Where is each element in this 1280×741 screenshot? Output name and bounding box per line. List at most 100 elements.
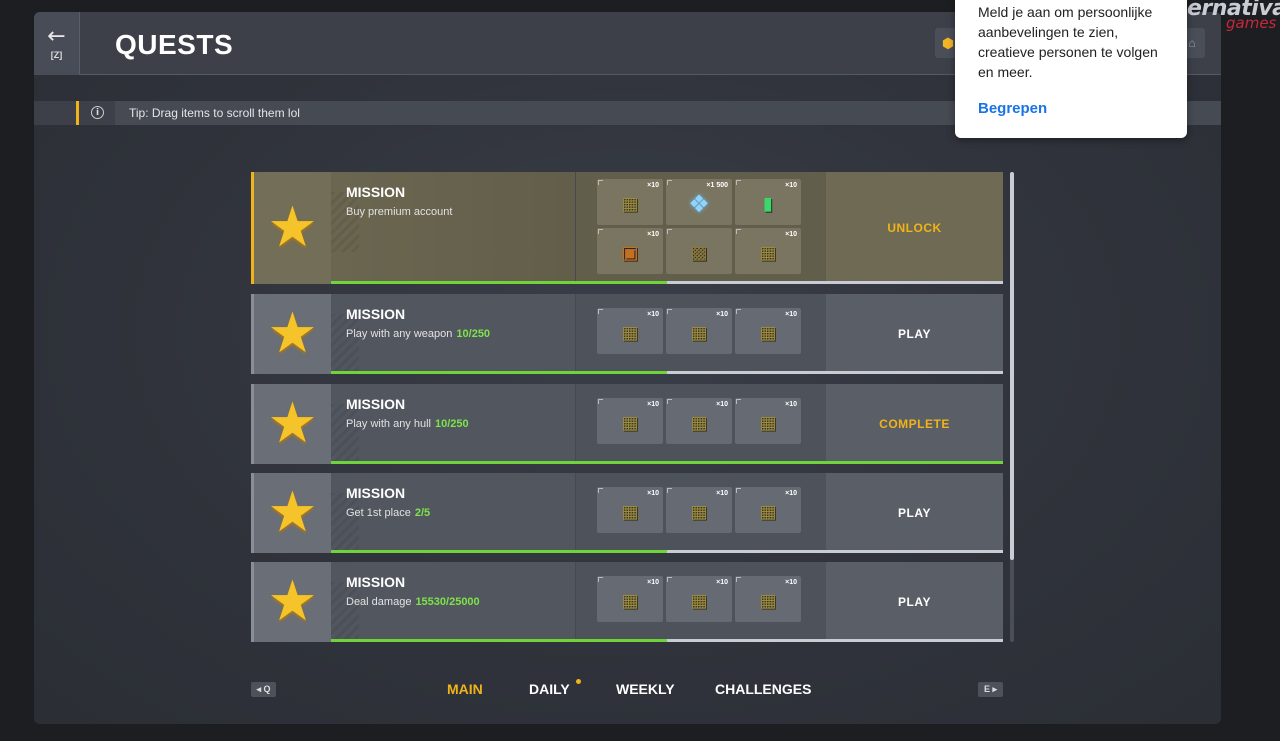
reward-corner bbox=[598, 488, 603, 493]
reward-corner bbox=[736, 399, 741, 404]
reward-quantity: ×10 bbox=[785, 579, 797, 586]
mission-action-button[interactable]: COMPLETE bbox=[826, 384, 1003, 464]
stripe-decoration bbox=[331, 582, 359, 642]
tab-daily[interactable]: DAILY bbox=[529, 679, 581, 697]
reward-quantity: ×10 bbox=[716, 490, 728, 497]
signin-popup: Meld je aan om persoonlijke aanbevelinge… bbox=[955, 0, 1187, 138]
reward-corner bbox=[598, 309, 603, 314]
reward-corner bbox=[667, 488, 672, 493]
reward-item[interactable]: ×10 ▦ bbox=[666, 487, 732, 533]
reward-corner bbox=[736, 309, 741, 314]
prev-tab-key[interactable]: ◂ Q bbox=[251, 682, 276, 697]
reward-item[interactable]: ×10 ▦ bbox=[735, 576, 801, 622]
mission-progress-fill bbox=[331, 281, 667, 284]
reward-item[interactable]: ×10 ▦ bbox=[597, 308, 663, 354]
reward-item[interactable]: ×10 ▦ bbox=[597, 398, 663, 444]
mission-action-button[interactable]: PLAY bbox=[826, 562, 1003, 642]
mission-action-button[interactable]: PLAY bbox=[826, 473, 1003, 553]
reward-item[interactable]: ×10 ▦ bbox=[666, 398, 732, 444]
reward-corner bbox=[598, 399, 603, 404]
reward-corner bbox=[598, 577, 603, 582]
back-button[interactable]: ← [Z] bbox=[34, 12, 80, 75]
reward-item[interactable]: ×10 ▮ bbox=[735, 179, 801, 225]
notification-dot bbox=[576, 679, 581, 684]
box-icon: ▦ bbox=[621, 501, 639, 523]
mission-rewards[interactable]: ×10 ▦ ×10 ▦ ×10 ▦ bbox=[575, 562, 826, 642]
reward-item[interactable]: ×10 ▦ bbox=[735, 487, 801, 533]
info-icon: i bbox=[91, 106, 104, 119]
mission-progress-bar bbox=[331, 281, 1003, 284]
reward-item[interactable]: ×10 ▦ bbox=[666, 308, 732, 354]
crate-icon: ▣ bbox=[621, 242, 639, 264]
scrollbar-thumb[interactable] bbox=[1010, 172, 1014, 560]
reward-item[interactable]: ×10 ▦ bbox=[735, 308, 801, 354]
stripe-decoration bbox=[331, 404, 359, 464]
box-icon: ▦ bbox=[759, 590, 777, 612]
popup-got-it-button[interactable]: Begrepen bbox=[978, 100, 1164, 117]
reward-corner bbox=[736, 577, 741, 582]
star-icon: ★ bbox=[267, 195, 318, 260]
reward-quantity: ×10 bbox=[647, 311, 659, 318]
mission-row: ★ MISSION Play with any weapon 10/250 ×10… bbox=[251, 294, 1003, 374]
mission-progress-bar bbox=[331, 550, 1003, 553]
mission-list[interactable]: ★ MISSION Buy premium account ×10 ▦ ×1 5… bbox=[251, 172, 1007, 642]
mission-row: ★ MISSION Deal damage 15530/25000 ×10 ▦ ×… bbox=[251, 562, 1003, 642]
mission-progress-text: 2/5 bbox=[414, 507, 431, 519]
reward-corner bbox=[667, 399, 672, 404]
mission-progress-fill bbox=[331, 550, 667, 553]
reward-quantity: ×10 bbox=[647, 231, 659, 238]
box-icon: ▦ bbox=[690, 412, 708, 434]
mission-rewards[interactable]: ×10 ▦ ×1 500 ❖ ×10 ▮ ×10 ▣ ▩ ×10 ▦ bbox=[575, 172, 826, 284]
reward-item[interactable]: ▩ bbox=[666, 228, 732, 274]
mission-progress-text: 10/250 bbox=[435, 418, 469, 430]
big-crate-icon: ▩ bbox=[690, 242, 708, 264]
mission-progress-bar bbox=[331, 639, 1003, 642]
reward-quantity: ×10 bbox=[785, 490, 797, 497]
mission-action-button[interactable]: PLAY bbox=[826, 294, 1003, 374]
reward-corner bbox=[736, 488, 741, 493]
reward-corner bbox=[736, 180, 741, 185]
reward-item[interactable]: ×10 ▦ bbox=[597, 487, 663, 533]
stripe-decoration bbox=[331, 493, 359, 553]
mission-star-cell: ★ bbox=[254, 562, 331, 642]
reward-quantity: ×10 bbox=[785, 182, 797, 189]
mission-rewards[interactable]: ×10 ▦ ×10 ▦ ×10 ▦ bbox=[575, 384, 826, 464]
crystals-icon: ❖ bbox=[688, 190, 710, 219]
mission-description-text: Deal damage bbox=[346, 596, 412, 608]
box-icon: ▦ bbox=[690, 590, 708, 612]
mission-row: ★ MISSION Play with any hull 10/250 ×10 ▦… bbox=[251, 384, 1003, 464]
reward-item[interactable]: ×10 ▦ bbox=[597, 179, 663, 225]
back-arrow-icon: ← bbox=[47, 23, 66, 49]
reward-item[interactable]: ×10 ▦ bbox=[735, 398, 801, 444]
box-icon: ▦ bbox=[621, 193, 639, 215]
box-icon: ▦ bbox=[621, 412, 639, 434]
mission-description-text: Get 1st place bbox=[346, 507, 411, 519]
mission-info: MISSION Get 1st place 2/5 bbox=[331, 473, 575, 553]
mission-row: ★ MISSION Get 1st place 2/5 ×10 ▦ ×10 ▦ ×… bbox=[251, 473, 1003, 553]
reward-item[interactable]: ×10 ▦ bbox=[735, 228, 801, 274]
mission-description-text: Buy premium account bbox=[346, 206, 453, 218]
mission-progress-text: 15530/25000 bbox=[415, 596, 480, 608]
mission-description: Buy premium account bbox=[346, 206, 456, 218]
mission-title: MISSION bbox=[346, 485, 406, 501]
box-icon: ▦ bbox=[759, 412, 777, 434]
tip-accent bbox=[76, 101, 79, 125]
tab-weekly[interactable]: WEEKLY bbox=[616, 681, 675, 697]
mission-star-cell: ★ bbox=[254, 384, 331, 464]
mission-title: MISSION bbox=[346, 184, 406, 200]
next-tab-key[interactable]: E ▸ bbox=[978, 682, 1003, 697]
mission-rewards[interactable]: ×10 ▦ ×10 ▦ ×10 ▦ bbox=[575, 473, 826, 553]
reward-item[interactable]: ×10 ▦ bbox=[597, 576, 663, 622]
reward-item[interactable]: ×1 500 ❖ bbox=[666, 179, 732, 225]
popup-text: Meld je aan om persoonlijke aanbevelinge… bbox=[978, 4, 1158, 80]
reward-corner bbox=[736, 229, 741, 234]
mission-description: Play with any weapon 10/250 bbox=[346, 328, 490, 340]
battery-icon: ▮ bbox=[763, 193, 773, 215]
tab-main[interactable]: MAIN bbox=[447, 681, 483, 697]
scrollbar[interactable] bbox=[1010, 172, 1014, 642]
reward-item[interactable]: ×10 ▣ bbox=[597, 228, 663, 274]
mission-action-button[interactable]: UNLOCK bbox=[826, 172, 1003, 284]
mission-rewards[interactable]: ×10 ▦ ×10 ▦ ×10 ▦ bbox=[575, 294, 826, 374]
reward-item[interactable]: ×10 ▦ bbox=[666, 576, 732, 622]
tab-challenges[interactable]: CHALLENGES bbox=[715, 681, 811, 697]
